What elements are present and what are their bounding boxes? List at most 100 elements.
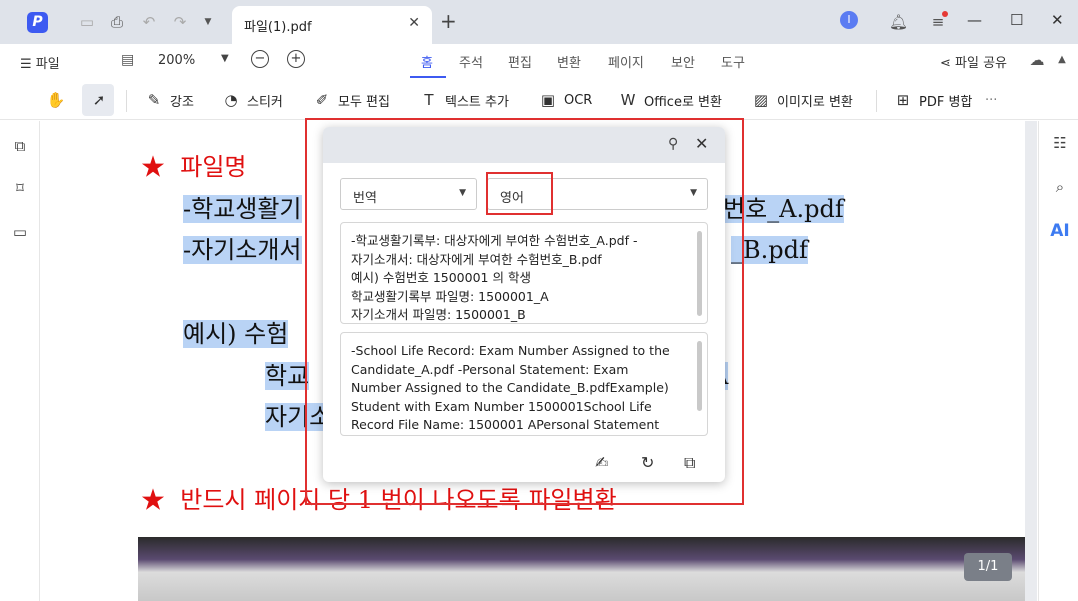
popup-header: ⚲ ✕ — [323, 127, 725, 163]
to-image-label: 이미지로 변환 — [777, 94, 853, 110]
to-image-button[interactable]: ▨ 이미지로 변환 — [751, 88, 853, 112]
merge-icon: ⊞ — [896, 91, 910, 109]
collapse-ribbon-icon[interactable]: ▲ — [1053, 51, 1071, 69]
app-logo-icon: P — [27, 12, 48, 33]
hand-icon: ✋ — [46, 91, 66, 109]
document-tab[interactable]: 파일(1).pdf ✕ — [232, 6, 432, 44]
ocr-button[interactable]: ▣ OCR — [538, 88, 592, 112]
page-indicator: 1/1 — [964, 553, 1012, 581]
translation-text-box[interactable]: -School Life Record: Exam Number Assigne… — [340, 332, 708, 436]
more-tools-button[interactable]: ··· — [985, 88, 997, 112]
share-label: 파일 공유 — [955, 56, 1008, 71]
copy-icon[interactable]: ⧉ — [684, 453, 695, 473]
cloud-upload-icon[interactable]: ☁ — [1028, 51, 1046, 69]
add-text-button[interactable]: T 텍스트 추가 — [419, 88, 509, 112]
save-icon[interactable]: ▭ — [78, 13, 96, 31]
tab-convert[interactable]: 변환 — [557, 52, 581, 71]
chevron-down-icon: ▼ — [690, 188, 697, 198]
refresh-icon[interactable]: ↻ — [641, 453, 654, 472]
ai-icon[interactable]: AI — [1050, 221, 1070, 241]
select-tool-button[interactable]: ➚ — [89, 88, 115, 112]
search-icon[interactable]: ⌕ — [1050, 177, 1070, 197]
print-icon[interactable]: ⎙ — [108, 13, 126, 31]
language-select-annotation — [486, 172, 553, 215]
tab-title: 파일(1).pdf — [244, 20, 312, 35]
tab-tools[interactable]: 도구 — [721, 52, 745, 71]
add-text-label: 텍스트 추가 — [445, 94, 509, 110]
file-menu[interactable]: ☰ 파일 — [20, 53, 60, 72]
highlight-button[interactable]: ✎ 강조 — [144, 88, 194, 112]
ocr-label: OCR — [564, 92, 593, 108]
chevron-down-icon: ▼ — [459, 188, 466, 198]
tab-security[interactable]: 보안 — [671, 52, 695, 71]
tab-close-icon[interactable]: ✕ — [408, 15, 420, 31]
embedded-screenshot-image — [138, 537, 1025, 601]
toolbar: ✋ ➚ ✎ 강조 ◔ 스티커 ✐ 모두 편집 T 텍스트 추가 ▣ OCR W Office… — [0, 80, 1078, 120]
bell-icon[interactable]: 🔔︎ — [889, 13, 908, 31]
popup-close-icon[interactable]: ✕ — [695, 134, 708, 153]
image-icon: ▨ — [753, 91, 769, 109]
toolbar-divider — [126, 90, 127, 112]
undo-icon[interactable]: ↶ — [140, 13, 158, 31]
pdf-merge-button[interactable]: ⊞ PDF 병합 — [893, 88, 973, 112]
new-tab-button[interactable]: + — [440, 11, 457, 31]
thumbnail-icon[interactable]: ⧉ — [11, 137, 29, 155]
page-view-icon[interactable]: ▤ — [121, 52, 134, 68]
doc-line: 학교 — [265, 362, 310, 390]
right-sidebar: ☷ ⌕ AI — [1038, 121, 1078, 601]
share-button[interactable]: ⋖ 파일 공유 — [940, 52, 1007, 71]
tab-page[interactable]: 페이지 — [608, 52, 644, 71]
maximize-button[interactable]: ☐ — [1010, 11, 1023, 29]
source-text-box[interactable]: -학교생활기록부: 대상자에게 부여한 수험번호_A.pdf - 자기소개서: … — [340, 222, 708, 324]
toolbar-divider — [876, 90, 877, 112]
file-menu-label: 파일 — [35, 57, 60, 72]
mode-select[interactable]: 번역 ▼ — [340, 178, 477, 210]
edit-all-label: 모두 편집 — [338, 94, 390, 110]
highlighter-icon[interactable]: ✍ — [595, 453, 608, 472]
notification-dot — [942, 11, 948, 17]
tab-home[interactable]: 홈 — [421, 52, 433, 71]
doc-line: -학교생활기 — [183, 195, 302, 223]
highlight-label: 강조 — [170, 94, 194, 110]
tab-annotate[interactable]: 주석 — [459, 52, 483, 71]
minimize-button[interactable]: — — [967, 11, 982, 29]
active-tab-underline — [410, 76, 446, 78]
translated-text: -School Life Record: Exam Number Assigne… — [351, 343, 670, 432]
left-sidebar: ⧉ ⌑ ▭ — [0, 121, 40, 601]
zoom-dropdown-icon[interactable]: ▼ — [221, 53, 229, 64]
pdf-merge-label: PDF 병합 — [919, 94, 973, 110]
comment-icon[interactable]: ▭ — [11, 223, 29, 241]
quick-access-dropdown-icon[interactable]: ▼ — [199, 13, 217, 31]
cursor-icon: ➚ — [92, 91, 106, 109]
sticker-button[interactable]: ◔ 스티커 — [221, 88, 283, 112]
highlighter-icon: ✎ — [147, 91, 161, 109]
hand-tool-button[interactable]: ✋ — [46, 88, 72, 112]
pin-icon[interactable]: ⚲ — [668, 136, 678, 152]
edit-icon: ✐ — [315, 91, 329, 109]
title-bar: P ▭ ⎙ ↶ ↷ ▼ 파일(1).pdf ✕ + I 🔔︎ ≡ — ☐ ✕ — [0, 0, 1078, 44]
edit-all-button[interactable]: ✐ 모두 편집 — [312, 88, 390, 112]
sticker-label: 스티커 — [247, 94, 283, 110]
source-scrollbar[interactable] — [697, 231, 702, 316]
doc-heading-filename: ★ 파일명 — [141, 153, 247, 181]
sticker-icon: ◔ — [224, 91, 238, 109]
zoom-out-button[interactable]: − — [251, 50, 269, 68]
doc-line: -자기소개서 — [183, 236, 302, 264]
redo-icon[interactable]: ↷ — [171, 13, 189, 31]
to-office-label: Office로 변환 — [644, 94, 722, 110]
avatar[interactable]: I — [840, 11, 858, 29]
close-window-button[interactable]: ✕ — [1051, 11, 1064, 29]
text-icon: T — [424, 91, 434, 109]
tab-edit[interactable]: 편집 — [508, 52, 532, 71]
translation-scrollbar[interactable] — [697, 341, 702, 411]
to-office-button[interactable]: W Office로 변환 — [618, 88, 722, 112]
zoom-in-button[interactable]: + — [287, 50, 305, 68]
bookmark-icon[interactable]: ⌑ — [11, 179, 29, 197]
menu-bar: ☰ 파일 ▤ 200% ▼ − + 홈 주석 편집 변환 페이지 보안 도구 ⋖… — [0, 44, 1078, 80]
properties-icon[interactable]: ☷ — [1050, 133, 1070, 153]
word-icon: W — [620, 91, 636, 109]
source-text: -학교생활기록부: 대상자에게 부여한 수험번호_A.pdf - 자기소개서: … — [351, 233, 638, 322]
mode-select-value: 번역 — [353, 191, 377, 206]
zoom-value[interactable]: 200% — [158, 53, 195, 68]
star-icon: ★ — [141, 153, 165, 181]
